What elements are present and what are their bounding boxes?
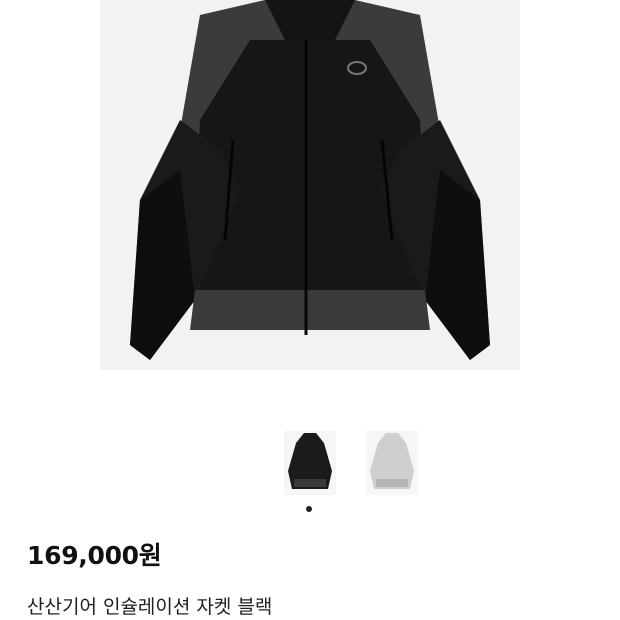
thumbnail-gallery	[284, 431, 418, 495]
product-main-image[interactable]	[100, 0, 520, 370]
carousel-dot-active[interactable]	[306, 506, 312, 512]
thumbnail-black-jacket[interactable]	[284, 431, 336, 495]
product-price: 169,000원	[27, 541, 162, 570]
product-title: 산산기어 인슐레이션 자켓 블랙	[27, 596, 273, 618]
thumbnail-grey-jacket[interactable]	[366, 431, 418, 495]
carousel-indicator	[306, 506, 312, 512]
